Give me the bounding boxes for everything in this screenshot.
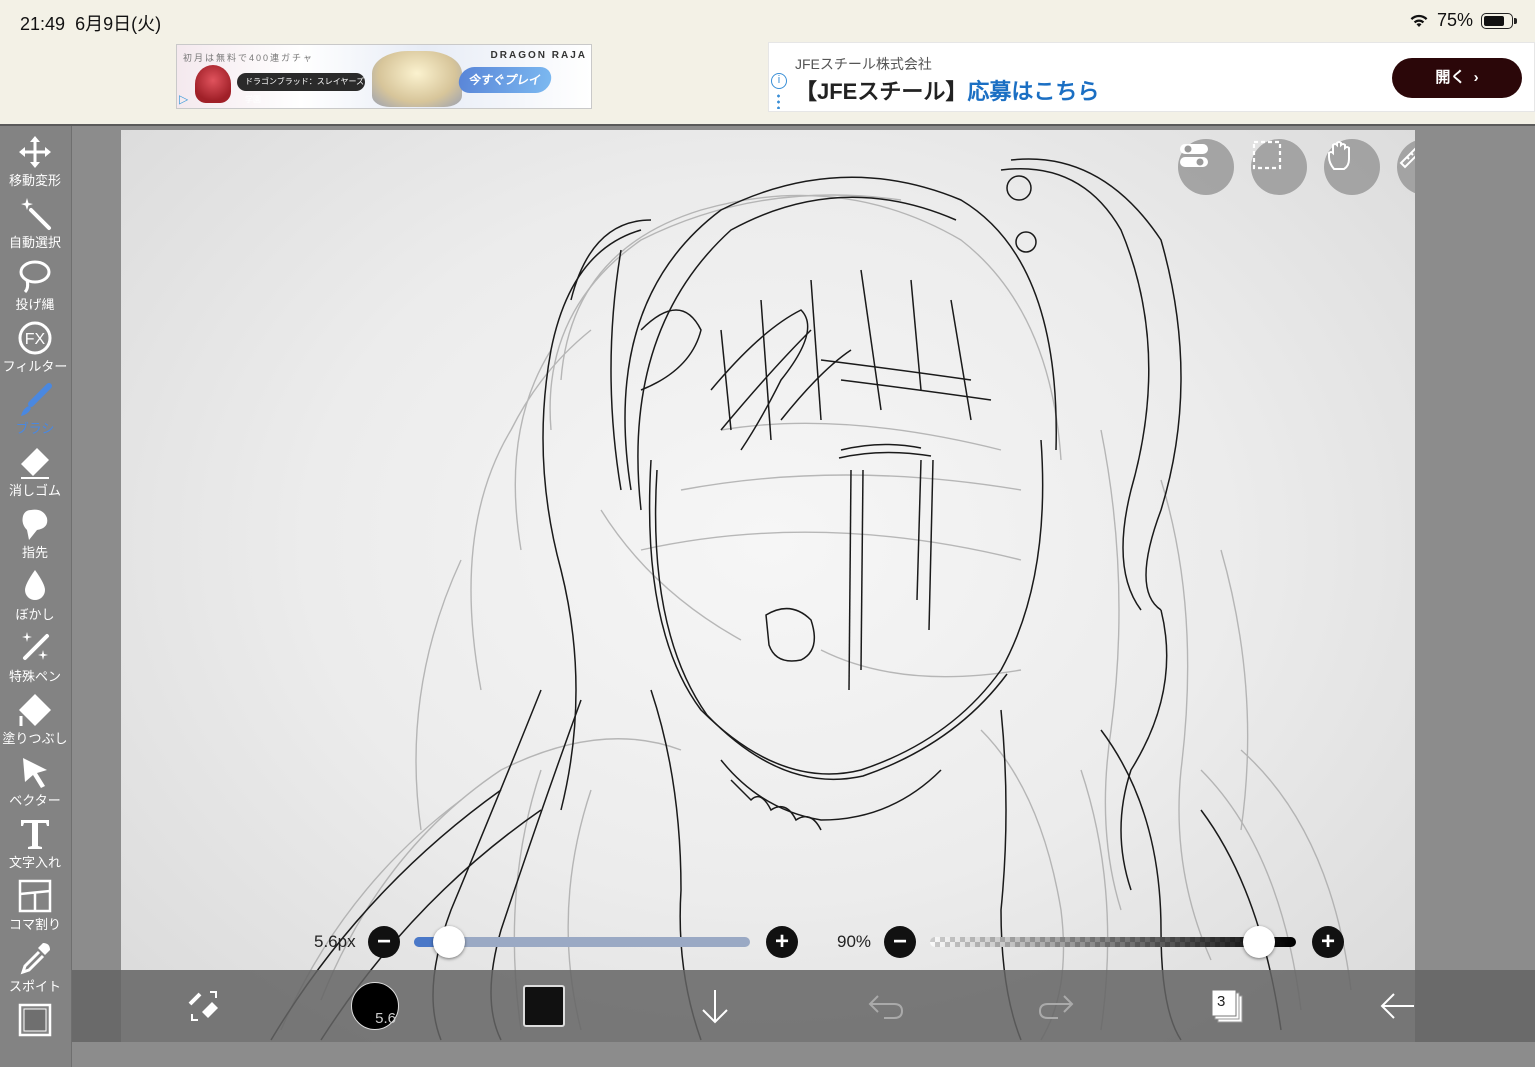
- ad-character-image: [195, 65, 231, 103]
- arrow-down-icon: [702, 990, 728, 1024]
- sketch-artwork: [270, 158, 1352, 1041]
- ruler-icon: [1399, 147, 1415, 169]
- ad-play-now-button[interactable]: 今すぐプレイ: [456, 67, 554, 93]
- opacity-label: 90%: [837, 932, 872, 951]
- ad-headline[interactable]: 【JFEスチール】応募はこちら: [795, 74, 1099, 106]
- tool-finger[interactable]: 指先: [0, 502, 70, 564]
- undo-icon: [868, 995, 904, 1019]
- panel-divide-icon: [18, 879, 52, 913]
- opacity-plus-button[interactable]: +: [1312, 926, 1344, 958]
- tool-brush[interactable]: ブラシ: [0, 378, 70, 440]
- layer-settings-button[interactable]: [1178, 139, 1234, 195]
- ad-game-title: ドラゴンブラッド：スレイヤーズ学園: [237, 73, 365, 104]
- layers-count: 3: [1217, 993, 1226, 1010]
- tool-filter[interactable]: FX フィルター: [0, 316, 70, 378]
- layers-button[interactable]: 3: [1200, 980, 1252, 1032]
- ad-choices-icon[interactable]: ▷: [179, 92, 193, 106]
- eyedropper-icon: [20, 943, 50, 975]
- brush-size-button[interactable]: 5.6: [349, 980, 401, 1032]
- opacity-slider[interactable]: [930, 937, 1296, 947]
- tool-panel-divide[interactable]: コマ割り: [0, 874, 70, 936]
- swap-tool-button[interactable]: [178, 980, 230, 1032]
- tool-text[interactable]: 文字入れ: [0, 812, 70, 874]
- ad-more-icon[interactable]: [777, 93, 780, 109]
- brush-icon: [21, 383, 52, 416]
- battery-percent: 75%: [1436, 10, 1473, 30]
- color-button[interactable]: [518, 980, 570, 1032]
- tool-blur[interactable]: ぼかし: [0, 564, 70, 626]
- tool-eyedropper[interactable]: スポイト: [0, 936, 70, 998]
- brush-size-preview: 5.6: [351, 982, 399, 1030]
- vector-cursor-icon: [23, 758, 47, 788]
- drawing-canvas[interactable]: [121, 130, 1415, 1045]
- tool-auto-select[interactable]: 自動選択: [0, 192, 70, 254]
- ad-character-image-2: [372, 51, 462, 107]
- tool-fill[interactable]: 塗りつぶし: [0, 688, 70, 750]
- download-button[interactable]: [689, 980, 741, 1032]
- svg-text:FX: FX: [25, 331, 46, 348]
- bottom-toolbar: 5.6 3: [72, 970, 1535, 1042]
- brush-size-plus-button[interactable]: +: [766, 926, 798, 958]
- ad-banner-game[interactable]: 初月は無料で400連ガチャ DRAGON RAJA ドラゴンブラッド：スレイヤー…: [176, 44, 592, 109]
- selection-button[interactable]: [1251, 139, 1307, 195]
- move-arrows-icon: [19, 136, 51, 168]
- arrow-left-icon: [1380, 993, 1414, 1019]
- color-frame-icon: [18, 1003, 52, 1037]
- hand-icon: [1328, 141, 1350, 170]
- blur-drop-icon: [25, 570, 45, 600]
- fill-bucket-icon: [19, 694, 51, 726]
- redo-icon: [1038, 995, 1074, 1019]
- ad-small-text: 初月は無料で400連ガチャ: [183, 53, 314, 63]
- status-time: 21:49 6月9日(火): [20, 14, 162, 34]
- tool-lasso[interactable]: 投げ縄: [0, 254, 70, 316]
- status-bar: 21:49 6月9日(火) 75%: [0, 0, 1535, 42]
- opacity-minus-button[interactable]: −: [884, 926, 916, 958]
- back-button[interactable]: [1372, 980, 1424, 1032]
- brush-size-slider-knob[interactable]: [432, 926, 465, 958]
- eraser-icon: [21, 448, 49, 479]
- battery-icon: [1481, 12, 1517, 29]
- wifi-icon: [1410, 14, 1428, 27]
- tool-palette: 移動変形 自動選択 投げ縄 FX フィルター ブラシ 消しゴム 指先 ぼかし 特…: [0, 126, 72, 1067]
- ad-banner-jfe[interactable]: i JFEスチール株式会社 【JFEスチール】応募はこちら 開く ›: [768, 42, 1535, 112]
- ad-logo: DRAGON RAJA: [490, 50, 587, 61]
- ad-info-icon[interactable]: i: [771, 73, 787, 89]
- tool-special-pen[interactable]: 特殊ペン: [0, 626, 70, 688]
- layers-icon: [1211, 989, 1243, 1023]
- tool-move-transform[interactable]: 移動変形: [0, 130, 70, 192]
- undo-button[interactable]: [860, 980, 912, 1032]
- special-pen-icon: [22, 632, 49, 660]
- tool-vector[interactable]: ベクター: [0, 750, 70, 812]
- redo-button[interactable]: [1030, 980, 1082, 1032]
- dashed-selection-icon: [1252, 140, 1282, 170]
- fx-icon: FX: [18, 321, 52, 355]
- hand-tool-button[interactable]: [1324, 139, 1380, 195]
- current-color-swatch: [523, 985, 565, 1027]
- ad-sponsor: JFEスチール株式会社: [795, 56, 932, 72]
- drawing-app: 移動変形 自動選択 投げ縄 FX フィルター ブラシ 消しゴム 指先 ぼかし 特…: [0, 124, 1535, 1067]
- finger-smudge-icon: [22, 509, 48, 540]
- status-indicators: 75%: [1409, 10, 1517, 31]
- brush-size-minus-button[interactable]: −: [368, 926, 400, 958]
- text-t-icon: [21, 820, 49, 849]
- tool-eraser[interactable]: 消しゴム: [0, 440, 70, 502]
- toggle-settings-icon: [1180, 144, 1208, 167]
- lasso-icon: [19, 260, 51, 294]
- ad-open-button[interactable]: 開く ›: [1392, 58, 1522, 98]
- footer-area: [72, 1042, 1535, 1067]
- brush-size-label: 5.6px: [314, 932, 356, 951]
- tool-color-swatch[interactable]: [0, 998, 70, 1060]
- pen-eraser-swap-icon: [188, 991, 218, 1021]
- chevron-right-icon: ›: [1473, 69, 1479, 86]
- magic-wand-icon: [21, 198, 51, 230]
